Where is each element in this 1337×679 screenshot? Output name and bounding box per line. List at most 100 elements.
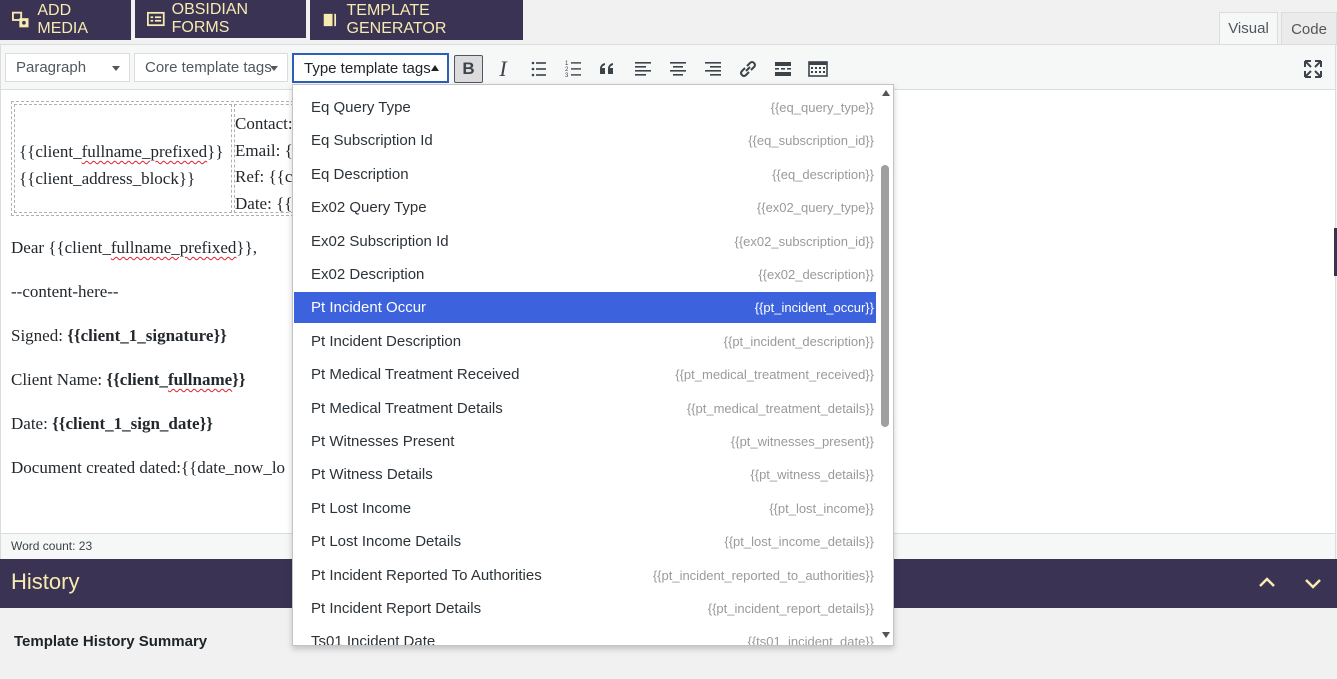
tab-visual[interactable]: Visual (1219, 12, 1278, 45)
dropdown-item-tag: {{pt_incident_description}} (723, 333, 874, 349)
spelling-error: fullname_prefixed (81, 142, 208, 161)
scroll-up-icon[interactable] (882, 90, 890, 96)
tab-code[interactable]: Code (1281, 12, 1337, 45)
toolbar-toggle-icon[interactable] (803, 54, 833, 84)
content-placeholder: --content-here-- (11, 282, 119, 301)
core-template-tags-select[interactable]: Core template tags (134, 53, 288, 82)
dropdown-item-tag: {{eq_query_type}} (770, 100, 874, 115)
dropdown-item-label: Eq Subscription Id (311, 132, 433, 150)
dropdown-item-tag: {{pt_lost_income}} (769, 500, 874, 516)
dropdown-item-label: Eq Description (311, 165, 409, 183)
dropdown-item-label: Pt Lost Income Details (311, 533, 462, 551)
dropdown-item[interactable]: Pt Incident Occur {{pt_incident_occur}} (294, 292, 876, 324)
dropdown-item-tag: {{ex02_query_type}} (756, 200, 874, 216)
signed-line: Signed: {{client_1_signature}} (11, 326, 227, 346)
dropdown-item-label: Pt Incident Description (311, 332, 462, 350)
align-left-icon[interactable] (628, 54, 658, 84)
dropdown-item-tag: {{pt_incident_report_details}} (707, 601, 874, 616)
date-value: {{client_1_sign_date}} (52, 414, 213, 433)
ref-line: Ref: {{c (235, 167, 293, 186)
dropdown-item-label: Pt Lost Income (311, 499, 412, 517)
dropdown-item[interactable]: Pt Medical Treatment Received {{pt_medica… (294, 359, 876, 390)
dropdown-item[interactable]: Pt Incident Report Details {{pt_incident_… (294, 593, 876, 624)
dropdown-item-label: Pt Medical Treatment Details (311, 399, 503, 417)
dropdown-item[interactable]: Pt Lost Income Details {{pt_lost_income_d… (294, 526, 876, 557)
dropdown-item[interactable]: Ex02 Subscription Id {{ex02_subscription_… (294, 226, 876, 257)
scroll-down-icon[interactable] (882, 632, 890, 638)
scroll-thumb[interactable] (881, 165, 889, 427)
template-icon (323, 13, 337, 27)
signed-label: Signed: (11, 326, 68, 345)
dropdown-item[interactable]: Ts01 Incident Date {{ts01_incident_date}} (294, 626, 876, 646)
dear-line: Dear {{client_fullname_prefixed}}, (11, 238, 257, 258)
address-cell-left: {{client_fullname_prefixed}} {{client_ad… (14, 104, 232, 213)
dropdown-item[interactable]: Pt Witness Details {{pt_witness_details}} (294, 459, 876, 490)
dropdown-item[interactable]: Ex02 Query Type {{ex02_query_type}} (294, 192, 876, 223)
dropdown-item[interactable]: Pt Incident Description {{pt_incident_des… (294, 326, 876, 357)
bullet-list-icon[interactable] (524, 54, 554, 84)
align-center-icon[interactable] (663, 54, 693, 84)
read-more-icon[interactable] (768, 54, 798, 84)
dropdown-item-tag: {{pt_incident_occur}} (754, 300, 874, 316)
dropdown-item-tag: {{eq_description}} (772, 166, 874, 182)
dropdown-item-label: Ex02 Description (311, 266, 425, 283)
client-name-squiggle: fullname (167, 370, 233, 389)
client-name-value: {{client_fullname}} (106, 370, 245, 389)
chevron-down-icon[interactable] (1302, 572, 1324, 594)
contact-line: Contact: { (235, 114, 293, 133)
chevron-up-icon (431, 65, 439, 71)
dropdown-item-tag: {{pt_medical_treatment_details}} (686, 400, 874, 416)
paragraph-select-label: Paragraph (16, 59, 87, 76)
type-tags-dropdown: Ts01 Incident Date {{ts01_incident_date}}… (292, 84, 894, 646)
address-table: {{client_fullname_prefixed}} {{client_ad… (11, 101, 294, 216)
bold-icon[interactable]: B (454, 55, 483, 83)
dear-prefix: Dear {{client_ (11, 238, 111, 257)
template-history-summary: Template History Summary (14, 633, 208, 650)
dropdown-item-label: Pt Medical Treatment Received (311, 366, 520, 384)
obsidian-forms-label: OBSIDIAN FORMS (171, 1, 249, 36)
dropdown-item[interactable]: Ex02 Description {{ex02_description}} (294, 259, 876, 290)
dropdown-item[interactable]: Pt Incident Reported To Authorities {{pt_… (294, 560, 876, 591)
dropdown-item-label: Ex02 Query Type (311, 199, 427, 217)
dropdown-item-label: Pt Incident Reported To Authorities (311, 566, 542, 584)
dropdown-item-label: Pt Incident Report Details (311, 600, 482, 617)
obsidian-forms-button[interactable]: OBSIDIAN FORMS (135, 0, 306, 38)
paragraph-select[interactable]: Paragraph (5, 53, 130, 82)
dropdown-item-label: Ex02 Subscription Id (311, 232, 449, 250)
dropdown-item[interactable]: Eq Description {{eq_description}} (294, 159, 876, 190)
blockquote-icon[interactable] (593, 54, 623, 84)
signed-value: {{client_1_signature}} (67, 326, 227, 345)
template-generator-button[interactable]: TEMPLATE GENERATOR (310, 0, 523, 40)
dropdown-item-tag: {{ex02_subscription_id}} (734, 233, 874, 249)
history-title: History (11, 569, 80, 594)
dropdown-item-tag: {{pt_incident_reported_to_authorities}} (652, 567, 874, 583)
client-name-label: Client Name: (11, 370, 107, 389)
chevron-down-icon (270, 66, 278, 71)
email-line: Email: {{ (235, 140, 293, 160)
address-cell-right: Contact: { Email: {{ Ref: {{c Date: {{ (234, 104, 294, 213)
add-media-label: ADD MEDIA (37, 2, 89, 37)
type-template-tags-select[interactable]: Type template tags (292, 53, 449, 83)
dropdown-item-tag: {{pt_witnesses_present}} (730, 434, 874, 449)
doc-created-line: Document created dated:{{date_now_lo (11, 458, 286, 477)
fullscreen-icon[interactable] (1298, 54, 1328, 84)
dropdown-item-tag: {{pt_lost_income_details}} (724, 534, 874, 550)
numbered-list-icon[interactable]: 1 2 3 (559, 54, 589, 84)
dropdown-item[interactable]: Pt Medical Treatment Details {{pt_medical… (294, 393, 876, 424)
dropdown-item-label: Pt Incident Occur (311, 299, 427, 317)
dropdown-item[interactable]: Eq Query Type {{eq_query_type}} (294, 92, 876, 123)
italic-icon[interactable]: I (488, 54, 518, 84)
top-bar: ADD MEDIA OBSIDIAN FORMS TEMPLATE GENERA… (0, 0, 1337, 45)
client-name-post: }} (232, 370, 246, 389)
dropdown-item[interactable]: Eq Subscription Id {{eq_subscription_id}} (294, 125, 876, 156)
date-sign-line: Date: {{client_1_sign_date}} (11, 414, 213, 434)
align-right-icon[interactable] (698, 54, 728, 84)
dropdown-scrollbar[interactable] (879, 85, 891, 645)
client-name-line: Client Name: {{client_fullname}} (11, 370, 246, 390)
chevron-up-icon[interactable] (1256, 572, 1278, 594)
add-media-button[interactable]: ADD MEDIA (0, 0, 131, 40)
dropdown-item[interactable]: Pt Lost Income {{pt_lost_income}} (294, 493, 876, 524)
dropdown-item-label: Ts01 Incident Date (311, 633, 436, 646)
link-icon[interactable] (733, 54, 763, 84)
dropdown-item[interactable]: Pt Witnesses Present {{pt_witnesses_prese… (294, 426, 876, 457)
